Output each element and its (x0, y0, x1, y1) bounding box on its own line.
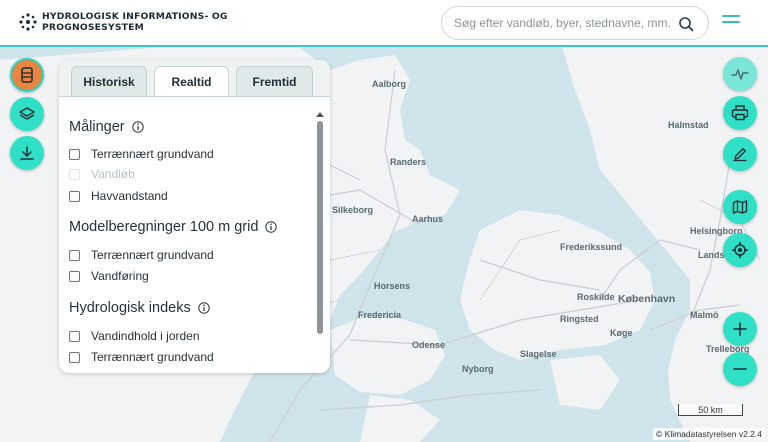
map-label-koge: Køge (610, 328, 633, 338)
option-vandforing[interactable]: Vandføring (69, 269, 149, 283)
section-title-malinger: Målinger (69, 119, 144, 135)
search-input[interactable] (454, 15, 674, 31)
app-title: HYDROLOGISK INFORMATIONS- OG PROGNOSESYS… (42, 11, 228, 33)
layer-panel: Historisk Realtid Fremtid Målinger Terræ… (59, 60, 330, 373)
map-label-slagelse: Slagelse (520, 349, 557, 359)
download-icon (20, 146, 34, 160)
hamburger-menu-icon[interactable] (722, 15, 740, 29)
data-layers-button[interactable] (10, 58, 44, 92)
option-vandindhold-i-jorden[interactable]: Vandindhold i jorden (69, 329, 200, 343)
locate-icon (732, 242, 748, 258)
layers-icon (19, 107, 35, 120)
map-label-nyborg: Nyborg (462, 364, 494, 374)
option-vandlob: Vandløb (69, 167, 135, 181)
data-layers-icon (21, 67, 33, 83)
checkbox[interactable] (69, 148, 80, 160)
map-scale-bar: 50 km (678, 404, 743, 416)
map-label-randers: Randers (390, 157, 426, 167)
map-attribution[interactable]: © Klimadatastyrelsen v2.2.4 (653, 428, 765, 440)
map-label-malmo: Malmö (690, 310, 719, 320)
checkbox[interactable] (69, 270, 80, 282)
layers-button[interactable] (10, 97, 44, 131)
tab-divider (59, 96, 330, 97)
map-label-aalborg: Aalborg (372, 79, 406, 89)
activity-icon (731, 69, 749, 80)
info-icon[interactable] (265, 221, 278, 233)
option-index-terraennaert-grundvand[interactable]: Terrænnært grundvand (69, 350, 214, 364)
locate-button[interactable] (723, 233, 757, 267)
header: HYDROLOGISK INFORMATIONS- OG PROGNOSESYS… (0, 0, 768, 47)
option-model-terraennaert-grundvand[interactable]: Terrænnært grundvand (69, 248, 214, 262)
scroll-up-arrow-icon[interactable] (316, 111, 324, 117)
map-label-odense: Odense (412, 340, 445, 350)
map-view-button[interactable] (723, 190, 757, 224)
info-icon[interactable] (131, 121, 144, 133)
map-label-fredericia: Fredericia (358, 310, 402, 320)
tab-historisk[interactable]: Historisk (71, 66, 147, 96)
zoom-in-button[interactable] (723, 312, 757, 346)
checkbox[interactable] (69, 249, 80, 261)
logo-icon (19, 13, 37, 31)
activity-button[interactable] (723, 57, 757, 91)
draw-button[interactable] (723, 137, 757, 171)
map-label-aarhus: Aarhus (412, 214, 443, 224)
tab-bar: Historisk Realtid Fremtid (59, 60, 330, 97)
map-label-frederikssund: Frederikssund (560, 242, 622, 252)
map-label-silkeborg: Silkeborg (332, 205, 373, 215)
search-icon[interactable] (678, 16, 694, 32)
edit-icon (733, 148, 747, 162)
checkbox[interactable] (69, 351, 80, 363)
print-button[interactable] (723, 96, 757, 130)
map-label-roskilde: Roskilde (577, 292, 615, 302)
section-title-modelberegninger: Modelberegninger 100 m grid (69, 219, 278, 235)
zoom-out-icon (733, 368, 747, 370)
tab-fremtid[interactable]: Fremtid (236, 66, 313, 96)
tab-realtid[interactable]: Realtid (154, 66, 229, 97)
info-icon[interactable] (198, 302, 210, 314)
option-havvandstand[interactable]: Havvandstand (69, 189, 168, 203)
checkbox[interactable] (69, 190, 80, 202)
option-terraennaert-grundvand[interactable]: Terrænnært grundvand (69, 147, 214, 161)
map-label-kobenhavn: København (618, 293, 675, 305)
zoom-out-button[interactable] (723, 352, 757, 386)
section-title-hydrologisk-indeks: Hydrologisk indeks (69, 300, 210, 316)
search-box[interactable] (441, 6, 709, 40)
download-button[interactable] (10, 136, 44, 170)
zoom-in-icon (733, 322, 747, 336)
map-label-horsens: Horsens (374, 281, 410, 291)
map-label-halmstad: Halmstad (668, 120, 709, 130)
checkbox (69, 168, 80, 180)
scrollbar-thumb[interactable] (317, 121, 323, 334)
print-icon (731, 105, 749, 121)
map-icon (732, 200, 748, 214)
checkbox[interactable] (69, 330, 80, 342)
map-label-ringsted: Ringsted (560, 314, 599, 324)
